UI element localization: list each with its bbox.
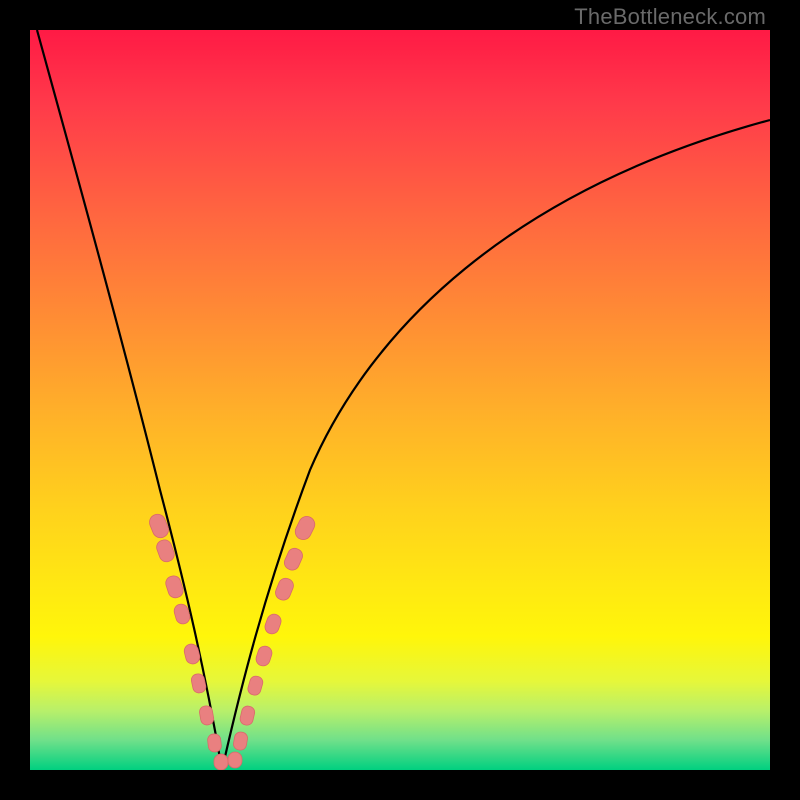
chart-frame: TheBottleneck.com <box>0 0 800 800</box>
curve-layer <box>30 30 770 770</box>
beads-left <box>147 512 222 753</box>
beads-trough <box>214 752 242 770</box>
beads-right <box>233 514 318 751</box>
curve-right-branch <box>222 120 770 770</box>
watermark-text: TheBottleneck.com <box>574 4 766 30</box>
plot-area <box>30 30 770 770</box>
